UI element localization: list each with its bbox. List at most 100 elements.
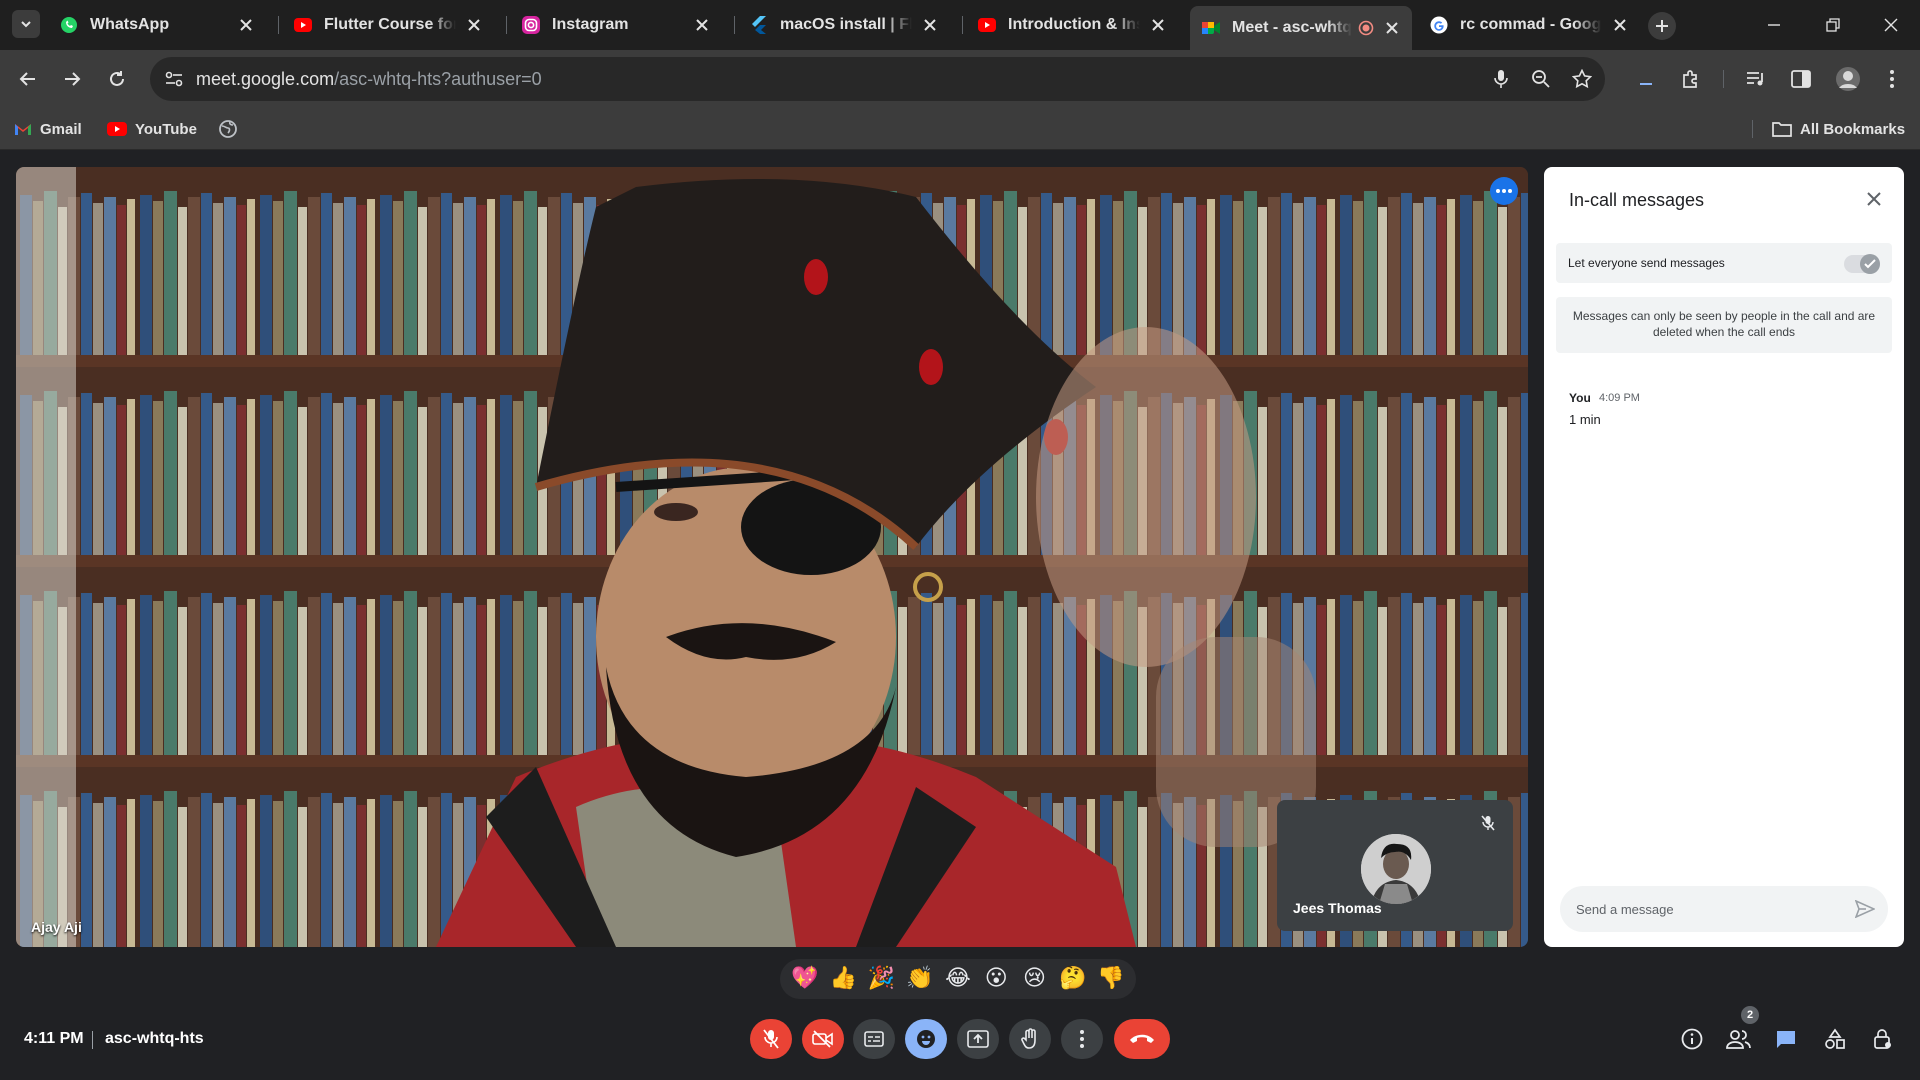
tab-search-button[interactable] <box>12 10 40 38</box>
reaction-party-popper[interactable]: 🎉 <box>865 962 899 996</box>
in-call-messages-panel: In-call messages Let everyone send messa… <box>1544 167 1904 947</box>
reaction-thinking[interactable]: 🤔 <box>1056 962 1090 996</box>
shapes-icon <box>1825 1028 1845 1049</box>
url-path: /asc-whtq-hts?authuser=0 <box>334 69 542 89</box>
downloads-button[interactable] <box>1630 63 1662 95</box>
close-icon[interactable] <box>238 17 254 33</box>
close-icon[interactable] <box>1612 17 1628 33</box>
present-to-all-icon <box>967 1030 989 1048</box>
tab-meet[interactable]: Meet - asc-whtq <box>1190 6 1412 50</box>
raise-hand-button[interactable] <box>1009 1019 1051 1059</box>
extensions-button[interactable] <box>1675 63 1707 95</box>
reactions-bar: 💖 👍 🎉 👏 😂 😮 😢 🤔 👎 <box>780 959 1136 999</box>
bookmark-star-button[interactable] <box>1568 65 1596 93</box>
google-meet-icon <box>1202 19 1220 37</box>
forward-button[interactable] <box>56 63 88 95</box>
call-end-icon <box>1130 1034 1154 1043</box>
restore-button[interactable] <box>1813 10 1853 40</box>
activities-button[interactable] <box>1818 1022 1852 1056</box>
self-video-tile[interactable]: Jees Thomas <box>1277 800 1513 931</box>
message-sender: You <box>1569 391 1591 405</box>
reaction-thumbs-up[interactable]: 👍 <box>826 962 860 996</box>
close-icon[interactable] <box>1150 17 1166 33</box>
chevron-down-icon <box>21 21 31 28</box>
captions-button[interactable] <box>853 1019 895 1059</box>
globe-icon <box>218 119 238 139</box>
reaction-surprised[interactable]: 😮 <box>979 962 1013 996</box>
host-controls-button[interactable] <box>1866 1022 1900 1056</box>
back-button[interactable] <box>12 63 44 95</box>
close-icon <box>1867 192 1881 206</box>
tab-macos-install[interactable]: macOS install | Flutt <box>738 6 950 44</box>
mic-muted-indicator <box>1477 812 1499 834</box>
all-bookmarks-button[interactable]: All Bookmarks <box>1772 116 1905 142</box>
tab-title: macOS install | Flutt <box>780 16 912 33</box>
instagram-icon <box>522 16 540 34</box>
close-icon[interactable] <box>694 17 710 33</box>
tab-title: WhatsApp <box>90 16 170 33</box>
close-icon[interactable] <box>466 17 482 33</box>
bookmark-gmail[interactable]: Gmail <box>14 116 82 142</box>
profile-button[interactable] <box>1832 63 1864 95</box>
send-messages-toggle[interactable] <box>1844 254 1880 274</box>
microphone-toggle-button[interactable] <box>750 1019 792 1059</box>
site-info-button[interactable] <box>160 65 188 93</box>
reaction-clapping[interactable]: 👏 <box>903 962 937 996</box>
self-participant-name: Jees Thomas <box>1293 900 1382 916</box>
leave-call-button[interactable] <box>1114 1019 1170 1059</box>
meeting-info-divider <box>92 1031 93 1049</box>
closed-captions-icon <box>864 1031 884 1047</box>
tab-rc-command[interactable]: rc commad - Google <box>1418 6 1640 44</box>
permission-label: Let everyone send messages <box>1568 256 1725 270</box>
media-controls-button[interactable] <box>1740 63 1772 95</box>
tab-title: Meet - asc-whtq <box>1232 19 1352 36</box>
more-vert-icon <box>1080 1030 1084 1048</box>
arrow-left-icon <box>19 72 35 86</box>
close-icon[interactable] <box>922 17 938 33</box>
zoom-button[interactable] <box>1527 65 1555 93</box>
participant-count-badge: 2 <box>1741 1006 1759 1024</box>
tab-instagram[interactable]: Instagram <box>510 6 722 44</box>
reaction-tears-of-joy[interactable]: 😂 <box>941 962 975 996</box>
message-input[interactable] <box>1560 886 1840 932</box>
new-tab-button[interactable] <box>1648 12 1676 40</box>
message-text: 1 min <box>1569 412 1601 427</box>
tab-whatsapp[interactable]: WhatsApp <box>48 6 266 44</box>
send-message-button[interactable] <box>1852 896 1878 922</box>
reaction-crying[interactable]: 😢 <box>1017 962 1051 996</box>
reactions-button[interactable] <box>905 1019 947 1059</box>
tile-options-button[interactable] <box>1490 177 1518 205</box>
folder-icon <box>1772 121 1792 137</box>
url-text[interactable]: meet.google.com/asc-whtq-hts?authuser=0 <box>196 69 542 90</box>
present-screen-button[interactable] <box>957 1019 999 1059</box>
puzzle-icon <box>1683 70 1697 88</box>
reaction-sparkling-heart[interactable]: 💖 <box>788 962 822 996</box>
tab-introduction[interactable]: Introduction & Insta <box>966 6 1178 44</box>
voice-search-button[interactable] <box>1487 65 1515 93</box>
bookmark-youtube[interactable]: YouTube <box>107 116 197 142</box>
meeting-details-button[interactable] <box>1675 1022 1709 1056</box>
reload-button[interactable] <box>101 63 133 95</box>
youtube-icon <box>978 16 996 34</box>
more-options-button[interactable] <box>1061 1019 1103 1059</box>
close-window-button[interactable] <box>1871 10 1911 40</box>
tab-strip: WhatsApp Flutter Course for Be Instagram… <box>0 0 1920 50</box>
address-bar[interactable]: meet.google.com/asc-whtq-hts?authuser=0 <box>150 57 1605 101</box>
side-panel-button[interactable] <box>1785 63 1817 95</box>
close-panel-button[interactable] <box>1860 185 1888 213</box>
browser-menu-button[interactable] <box>1876 63 1908 95</box>
camera-toggle-button[interactable] <box>802 1019 844 1059</box>
people-button[interactable] <box>1722 1022 1756 1056</box>
close-icon[interactable] <box>1384 20 1400 36</box>
main-participant-name: Ajay Aji <box>31 919 82 935</box>
recording-icon <box>1358 20 1374 36</box>
bookmark-globe[interactable] <box>218 116 246 142</box>
minimize-button[interactable] <box>1754 10 1794 40</box>
meeting-time: 4:11 PM <box>24 1030 84 1047</box>
tab-flutter-course[interactable]: Flutter Course for Be <box>282 6 494 44</box>
tab-divider <box>734 16 735 34</box>
chat-button[interactable] <box>1769 1022 1803 1056</box>
reaction-thumbs-down[interactable]: 👎 <box>1094 962 1128 996</box>
toolbar-divider <box>1723 70 1724 88</box>
tab-title: rc commad - Google <box>1460 16 1602 33</box>
